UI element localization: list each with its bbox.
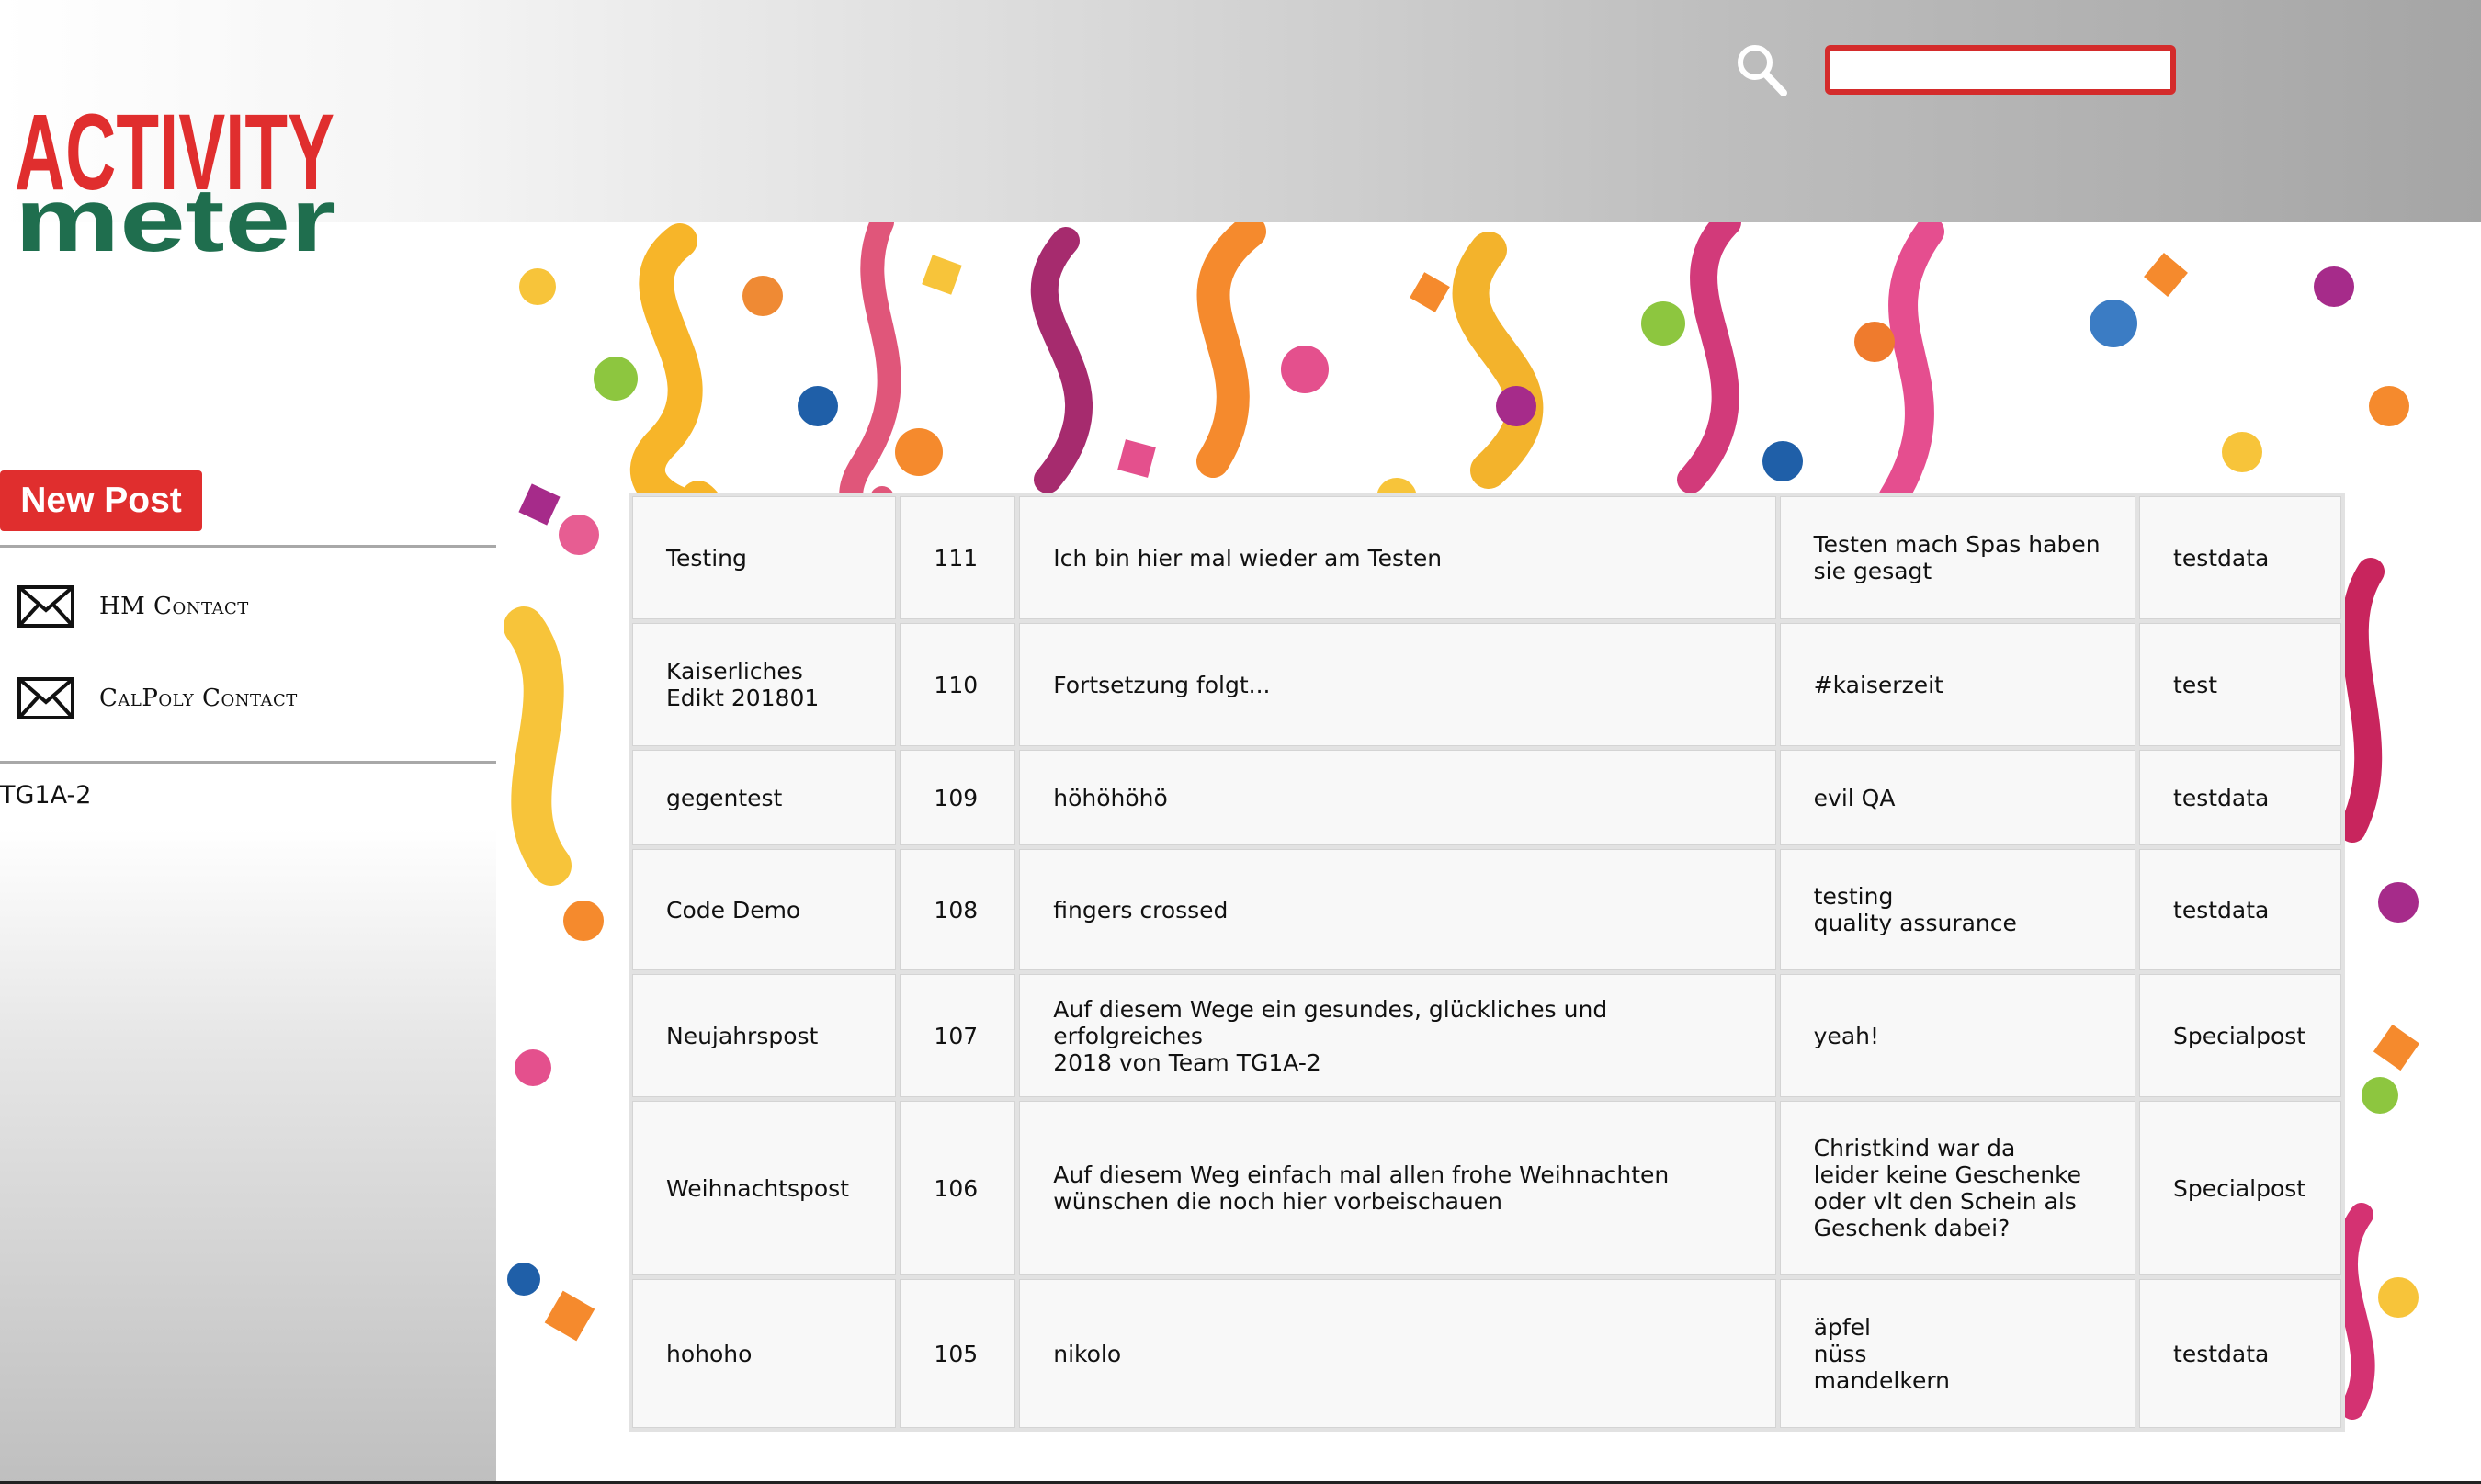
post-title: Neujahrspost — [632, 974, 897, 1097]
post-id: 106 — [900, 1101, 1016, 1275]
mail-icon — [17, 677, 74, 719]
post-text: nikolo — [1019, 1279, 1776, 1428]
header-bar — [0, 0, 2481, 222]
hm-contact-label: HM Contact — [99, 593, 249, 620]
post-title: gegentest — [632, 750, 897, 845]
post-tags: testing quality assurance — [1779, 849, 2136, 970]
post-category: testdata — [2139, 496, 2341, 619]
table-row[interactable]: Testing 111 Ich bin hier mal wieder am T… — [632, 496, 2341, 619]
search-input[interactable] — [1825, 45, 2176, 95]
post-text: Auf diesem Wege ein gesundes, glückliche… — [1019, 974, 1776, 1097]
post-id: 107 — [900, 974, 1016, 1097]
sidebar-divider — [0, 761, 496, 764]
table-row[interactable]: gegentest 109 höhöhöhö evil QA testdata — [632, 750, 2341, 845]
post-id: 109 — [900, 750, 1016, 845]
post-id: 105 — [900, 1279, 1016, 1428]
post-text: Fortsetzung folgt... — [1019, 623, 1776, 746]
post-category: testdata — [2139, 849, 2341, 970]
post-category: testdata — [2139, 750, 2341, 845]
post-tags: evil QA — [1779, 750, 2136, 845]
post-category: Specialpost — [2139, 1101, 2341, 1275]
sidebar-divider — [0, 545, 496, 548]
post-title: Kaiserliches Edikt 201801 — [632, 623, 897, 746]
table-row[interactable]: Code Demo 108 fingers crossed testing qu… — [632, 849, 2341, 970]
new-post-button[interactable]: New Post — [0, 470, 202, 531]
table-row[interactable]: Weihnachtspost 106 Auf diesem Weg einfac… — [632, 1101, 2341, 1275]
post-tags: yeah! — [1779, 974, 2136, 1097]
post-tags: Christkind war da leider keine Geschenke… — [1779, 1101, 2136, 1275]
table-row[interactable]: hohoho 105 nikolo äpfel nüss mandelkern … — [632, 1279, 2341, 1428]
post-id: 110 — [900, 623, 1016, 746]
post-text: höhöhöhö — [1019, 750, 1776, 845]
post-text: Auf diesem Weg einfach mal allen frohe W… — [1019, 1101, 1776, 1275]
team-label: TG1A-2 — [0, 781, 92, 810]
activity-meter-logo[interactable]: ACTIVITY meter — [13, 99, 353, 260]
post-text: fingers crossed — [1019, 849, 1776, 970]
post-title: Code Demo — [632, 849, 897, 970]
post-title: Weihnachtspost — [632, 1101, 897, 1275]
post-tags: #kaiserzeit — [1779, 623, 2136, 746]
calpoly-contact-link[interactable]: CalPoly Contact — [0, 662, 496, 735]
sidebar — [0, 222, 496, 1484]
post-tags: Testen mach Spas haben sie gesagt — [1779, 496, 2136, 619]
post-text: Ich bin hier mal wieder am Testen — [1019, 496, 1776, 619]
post-category: Specialpost — [2139, 974, 2341, 1097]
post-category: test — [2139, 623, 2341, 746]
svg-text:meter: meter — [15, 169, 336, 260]
posts-table: Testing 111 Ich bin hier mal wieder am T… — [629, 493, 2345, 1432]
table-row[interactable]: Neujahrspost 107 Auf diesem Wege ein ges… — [632, 974, 2341, 1097]
table-row[interactable]: Kaiserliches Edikt 201801 110 Fortsetzun… — [632, 623, 2341, 746]
search-icon[interactable] — [1734, 41, 1789, 98]
post-id: 108 — [900, 849, 1016, 970]
post-tags: äpfel nüss mandelkern — [1779, 1279, 2136, 1428]
hm-contact-link[interactable]: HM Contact — [0, 570, 496, 643]
post-title: Testing — [632, 496, 897, 619]
post-title: hohoho — [632, 1279, 897, 1428]
mail-icon — [17, 585, 74, 628]
post-id: 111 — [900, 496, 1016, 619]
post-category: testdata — [2139, 1279, 2341, 1428]
calpoly-contact-label: CalPoly Contact — [99, 685, 298, 712]
